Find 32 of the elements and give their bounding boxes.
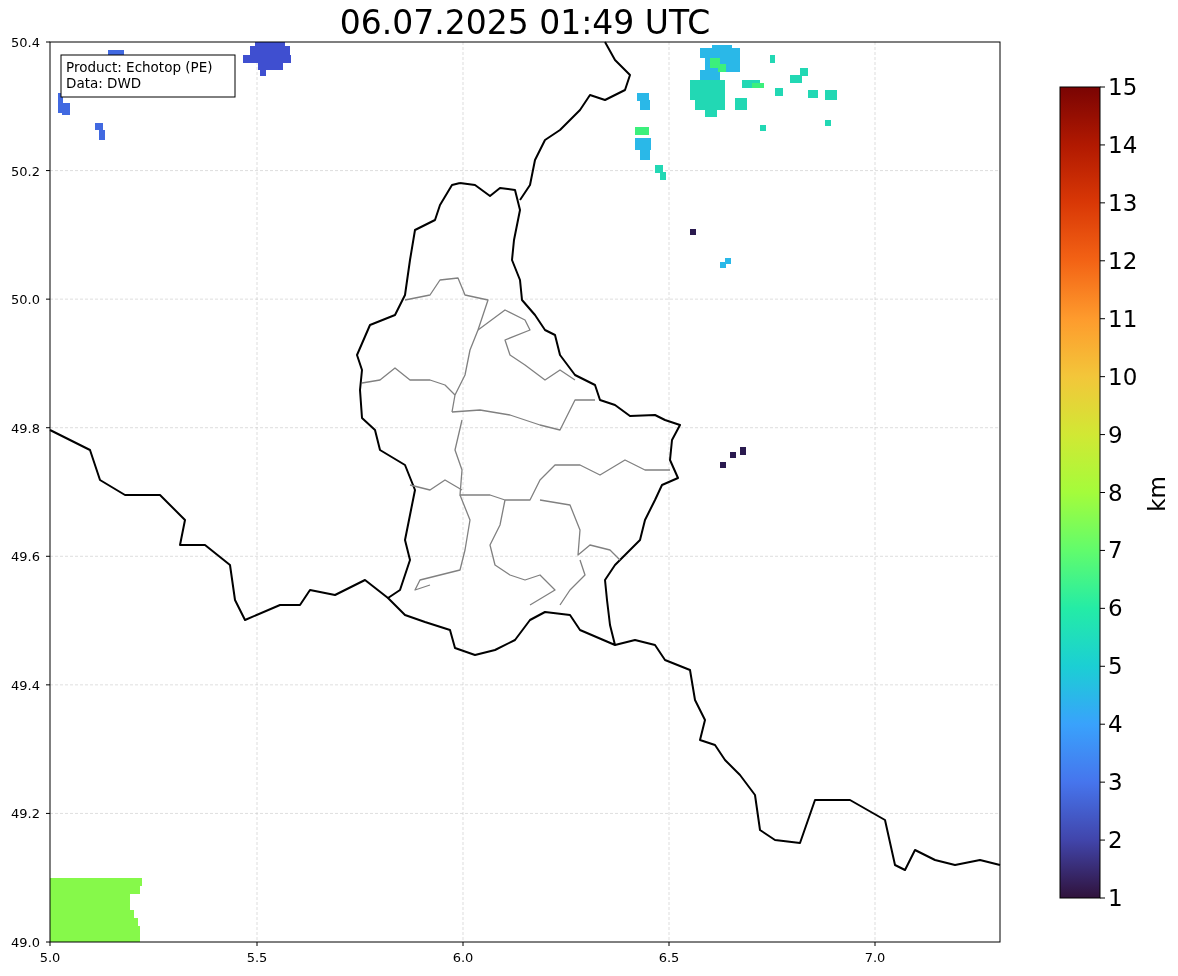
- colorbar-tick-label: 10: [1108, 363, 1138, 390]
- x-axis-tick-label: 7.0: [864, 950, 886, 965]
- colorbar-tick-label: 13: [1108, 189, 1138, 216]
- y-axis-tick-label: 50.4: [11, 35, 40, 50]
- data-source-label: Data: DWD: [66, 75, 142, 91]
- y-axis-tick-label: 49.2: [11, 806, 40, 822]
- colorbar-tick-label: 6: [1108, 595, 1123, 622]
- x-axis-tick-label: 6.0: [452, 950, 474, 965]
- colorbar-tick-label: 8: [1108, 479, 1123, 506]
- chart-title: 06.07.2025 01:49 UTC: [339, 3, 711, 42]
- colorbar-label: km: [1144, 476, 1170, 512]
- colorbar-tick-label: 4: [1108, 711, 1123, 738]
- colorbar-tick-label: 9: [1108, 421, 1123, 448]
- colorbar-tick-label: 1: [1108, 885, 1123, 911]
- y-axis-tick-label: 50.2: [11, 163, 40, 179]
- y-axis-tick-label: 49.0: [11, 935, 40, 950]
- colorbar-tick-label: 2: [1108, 827, 1123, 854]
- colorbar-tick-label: 12: [1108, 247, 1138, 274]
- y-axis-tick-label: 49.8: [11, 420, 40, 436]
- colorbar-tick-label: 14: [1108, 131, 1138, 158]
- product-label: Product: Echotop (PE): [66, 59, 213, 75]
- y-axis-tick-label: 49.4: [11, 677, 40, 693]
- x-axis-tick-label: 6.5: [658, 950, 680, 965]
- colorbar-tick-label: 15: [1108, 74, 1138, 100]
- y-axis-tick-label: 50.0: [11, 292, 40, 308]
- x-axis-tick-label: 5.0: [39, 950, 61, 965]
- colorbar-tick-label: 7: [1108, 537, 1123, 564]
- x-axis-tick-label: 5.5: [246, 950, 268, 965]
- colorbar-tick-label: 5: [1108, 653, 1123, 680]
- colorbar-tick-label: 3: [1108, 769, 1123, 796]
- y-axis-tick-label: 49.6: [11, 549, 40, 565]
- colorbar-tick-label: 11: [1108, 305, 1138, 332]
